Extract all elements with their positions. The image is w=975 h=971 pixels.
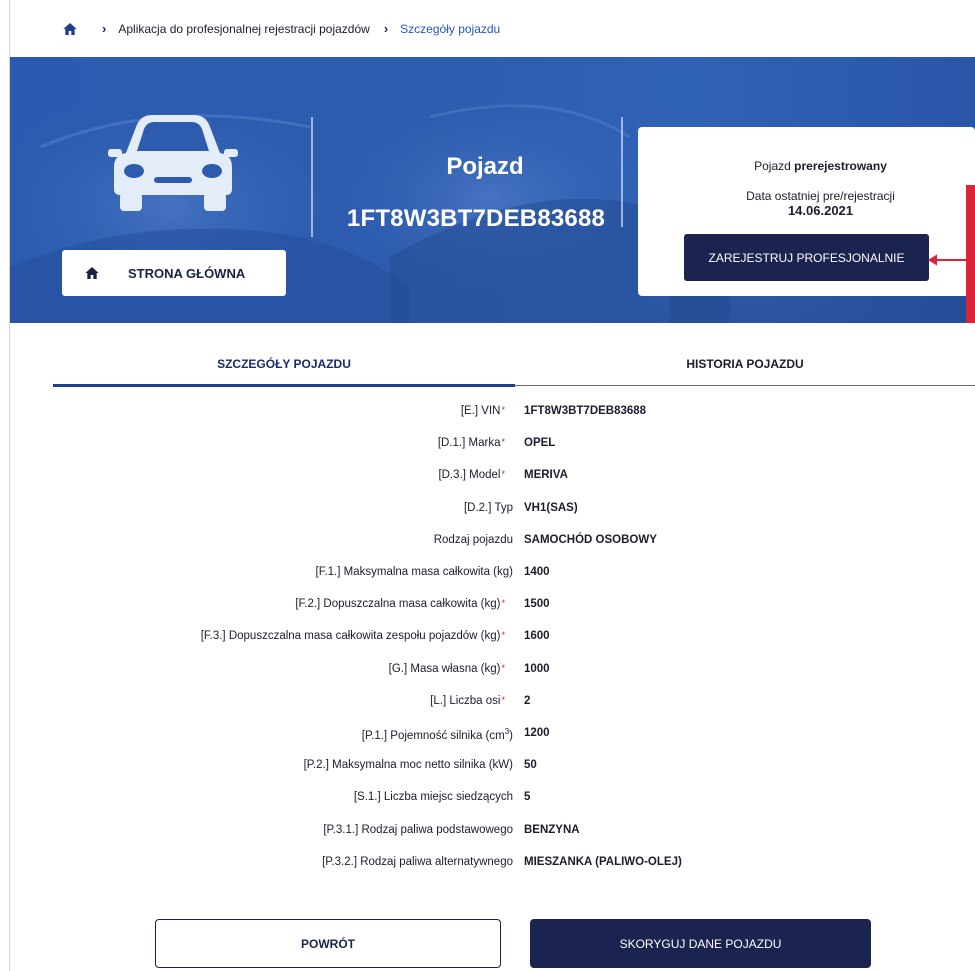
- breadcrumb: › Aplikacja do profesjonalnej rejestracj…: [10, 0, 975, 57]
- detail-label-text: [P.3.2.] Rodzaj paliwa alternatywnego: [322, 856, 513, 868]
- tab-vehicle-history[interactable]: HISTORIA POJAZDU: [515, 342, 975, 386]
- detail-value: MERIVA: [524, 469, 568, 481]
- detail-value: 1600: [524, 630, 550, 642]
- detail-row: [P.3.2.] Rodzaj paliwa alternatywnego MIE…: [0, 856, 975, 876]
- home-button[interactable]: STRONA GŁÓWNA: [62, 250, 286, 296]
- detail-value: VH1(SAS): [524, 502, 578, 514]
- detail-label-text: [S.1.] Liczba miejsc siedzących: [353, 791, 513, 803]
- registration-status-card: Pojazd prerejestrowany Data ostatniej pr…: [638, 127, 975, 296]
- home-icon: [85, 267, 99, 279]
- detail-label-text: [F.3.] Dopuszczalna masa całkowita zespo…: [200, 630, 501, 642]
- detail-value: 1000: [524, 663, 550, 675]
- detail-value: 1FT8W3BT7DEB83688: [524, 405, 647, 417]
- detail-label-text: [D.3.] Model: [438, 469, 501, 481]
- detail-label: [G.] Masa własna (kg)*: [389, 663, 505, 675]
- detail-row: [D.2.] Typ VH1(SAS): [0, 502, 975, 522]
- detail-row: [F.3.] Dopuszczalna masa całkowita zespo…: [0, 630, 975, 650]
- car-icon: [108, 115, 238, 211]
- arrow-left-icon: [928, 254, 968, 266]
- breadcrumb-home-icon[interactable]: [62, 21, 78, 37]
- detail-row: [E.] VIN* 1FT8W3BT7DEB83688: [0, 405, 975, 425]
- registration-status: Pojazd prerejestrowany: [638, 159, 975, 173]
- detail-value: 1400: [524, 566, 550, 578]
- hero-divider: [311, 117, 313, 237]
- last-registration-label: Data ostatniej pre/rejestracji: [746, 189, 895, 203]
- detail-value: OPEL: [524, 437, 556, 449]
- status-prefix: Pojazd: [754, 159, 795, 173]
- detail-label-text: [P.2.] Maksymalna moc netto silnika (kW): [303, 759, 513, 771]
- detail-label: Rodzaj pojazdu: [434, 534, 513, 546]
- chevron-right-icon: ›: [383, 21, 389, 36]
- detail-label: [E.] VIN*: [461, 405, 505, 417]
- vehicle-tabs: SZCZEGÓŁY POJAZDU HISTORIA POJAZDU: [53, 342, 975, 388]
- detail-label: [P.3.2.] Rodzaj paliwa alternatywnego: [322, 856, 513, 868]
- register-professionally-button[interactable]: ZAREJESTRUJ PROFESJONALNIE: [684, 234, 929, 281]
- detail-label-text: [P.3.1.] Rodzaj paliwa podstawowego: [323, 824, 513, 836]
- detail-value: 1200: [524, 727, 550, 739]
- detail-value: MIESZANKA (PALIWO-OLEJ): [524, 856, 682, 868]
- vehicle-title: Pojazd: [446, 153, 524, 180]
- detail-row: [P.3.1.] Rodzaj paliwa podstawowego BENZY…: [0, 824, 975, 844]
- required-marker: *: [501, 630, 505, 640]
- tab-vehicle-details[interactable]: SZCZEGÓŁY POJAZDU: [53, 342, 515, 386]
- detail-label: [F.3.] Dopuszczalna masa całkowita zespo…: [201, 630, 505, 642]
- detail-row: [F.2.] Dopuszczalna masa całkowita (kg)*…: [0, 598, 975, 618]
- detail-value: 50: [524, 759, 537, 771]
- detail-value: SAMOCHÓD OSOBOWY: [524, 534, 657, 546]
- detail-row: [F.1.] Maksymalna masa całkowita (kg) 140…: [0, 566, 975, 586]
- required-marker: *: [501, 437, 505, 447]
- detail-row: [P.2.] Maksymalna moc netto silnika (kW)…: [0, 759, 975, 779]
- breadcrumb-item-current[interactable]: Szczegóły pojazdu: [400, 22, 500, 36]
- detail-label-text: [D.1.] Marka: [437, 437, 501, 449]
- detail-label: [P.2.] Maksymalna moc netto silnika (kW): [304, 759, 513, 771]
- detail-row: [L.] Liczba osi* 2: [0, 695, 975, 715]
- detail-label: [P.1.] Pojemność silnika (cm3): [362, 727, 513, 742]
- detail-row: [D.1.] Marka* OPEL: [0, 437, 975, 457]
- required-marker: *: [501, 469, 505, 479]
- detail-value: 2: [524, 695, 531, 707]
- required-marker: *: [501, 405, 505, 415]
- detail-label: [L.] Liczba osi*: [430, 695, 505, 707]
- detail-row: [D.3.] Model* MERIVA: [0, 469, 975, 489]
- detail-label: [D.2.] Typ: [464, 502, 513, 514]
- detail-label-text: [D.2.] Typ: [463, 502, 513, 514]
- detail-row: [S.1.] Liczba miejsc siedzących 5: [0, 791, 975, 811]
- home-button-label: STRONA GŁÓWNA: [128, 265, 246, 281]
- last-registration-date: 14.06.2021: [787, 203, 854, 218]
- detail-value: BENZYNA: [524, 824, 580, 836]
- detail-label-text: Rodzaj pojazdu: [433, 534, 513, 546]
- detail-label-text: [F.2.] Dopuszczalna masa całkowita (kg): [295, 598, 501, 610]
- detail-value: 5: [524, 791, 531, 803]
- chevron-right-icon: ›: [102, 21, 107, 36]
- detail-label: [P.3.1.] Rodzaj paliwa podstawowego: [323, 824, 513, 836]
- required-marker: *: [501, 663, 505, 673]
- detail-value: 1500: [524, 598, 550, 610]
- active-tab-indicator: [53, 384, 515, 387]
- detail-label-text: [L.] Liczba osi: [430, 695, 501, 707]
- breadcrumb-item-app[interactable]: Aplikacja do profesjonalnej rejestracji …: [118, 22, 369, 36]
- detail-row: [P.1.] Pojemność silnika (cm3) 1200: [0, 727, 975, 747]
- detail-label: [F.2.] Dopuszczalna masa całkowita (kg)*: [295, 598, 505, 610]
- detail-label: [D.1.] Marka*: [438, 437, 505, 449]
- detail-label: [S.1.] Liczba miejsc siedzących: [354, 791, 513, 803]
- correct-vehicle-data-button[interactable]: SKORYGUJ DANE POJAZDU: [530, 919, 871, 968]
- detail-label-text: [E.] VIN: [460, 405, 501, 417]
- required-marker: *: [501, 695, 505, 705]
- vehicle-hero-banner: STRONA GŁÓWNA Pojazd 1FT8W3BT7DEB83688 P…: [10, 57, 975, 323]
- required-marker: *: [501, 598, 505, 608]
- status-value: prerejestrowany: [794, 159, 887, 173]
- back-button[interactable]: POWRÓT: [155, 919, 501, 968]
- vehicle-vin-heading: 1FT8W3BT7DEB83688: [346, 205, 606, 232]
- detail-label: [D.3.] Model*: [438, 469, 505, 481]
- detail-row: [G.] Masa własna (kg)* 1000: [0, 663, 975, 683]
- detail-label-suffix: ): [509, 729, 513, 742]
- detail-label-text: [G.] Masa własna (kg): [388, 663, 501, 675]
- detail-row: Rodzaj pojazdu SAMOCHÓD OSOBOWY: [0, 534, 975, 554]
- detail-label-text: [P.1.] Pojemność silnika (cm: [361, 729, 505, 742]
- detail-label: [F.1.] Maksymalna masa całkowita (kg): [316, 566, 513, 578]
- detail-label-text: [F.1.] Maksymalna masa całkowita (kg): [315, 566, 513, 578]
